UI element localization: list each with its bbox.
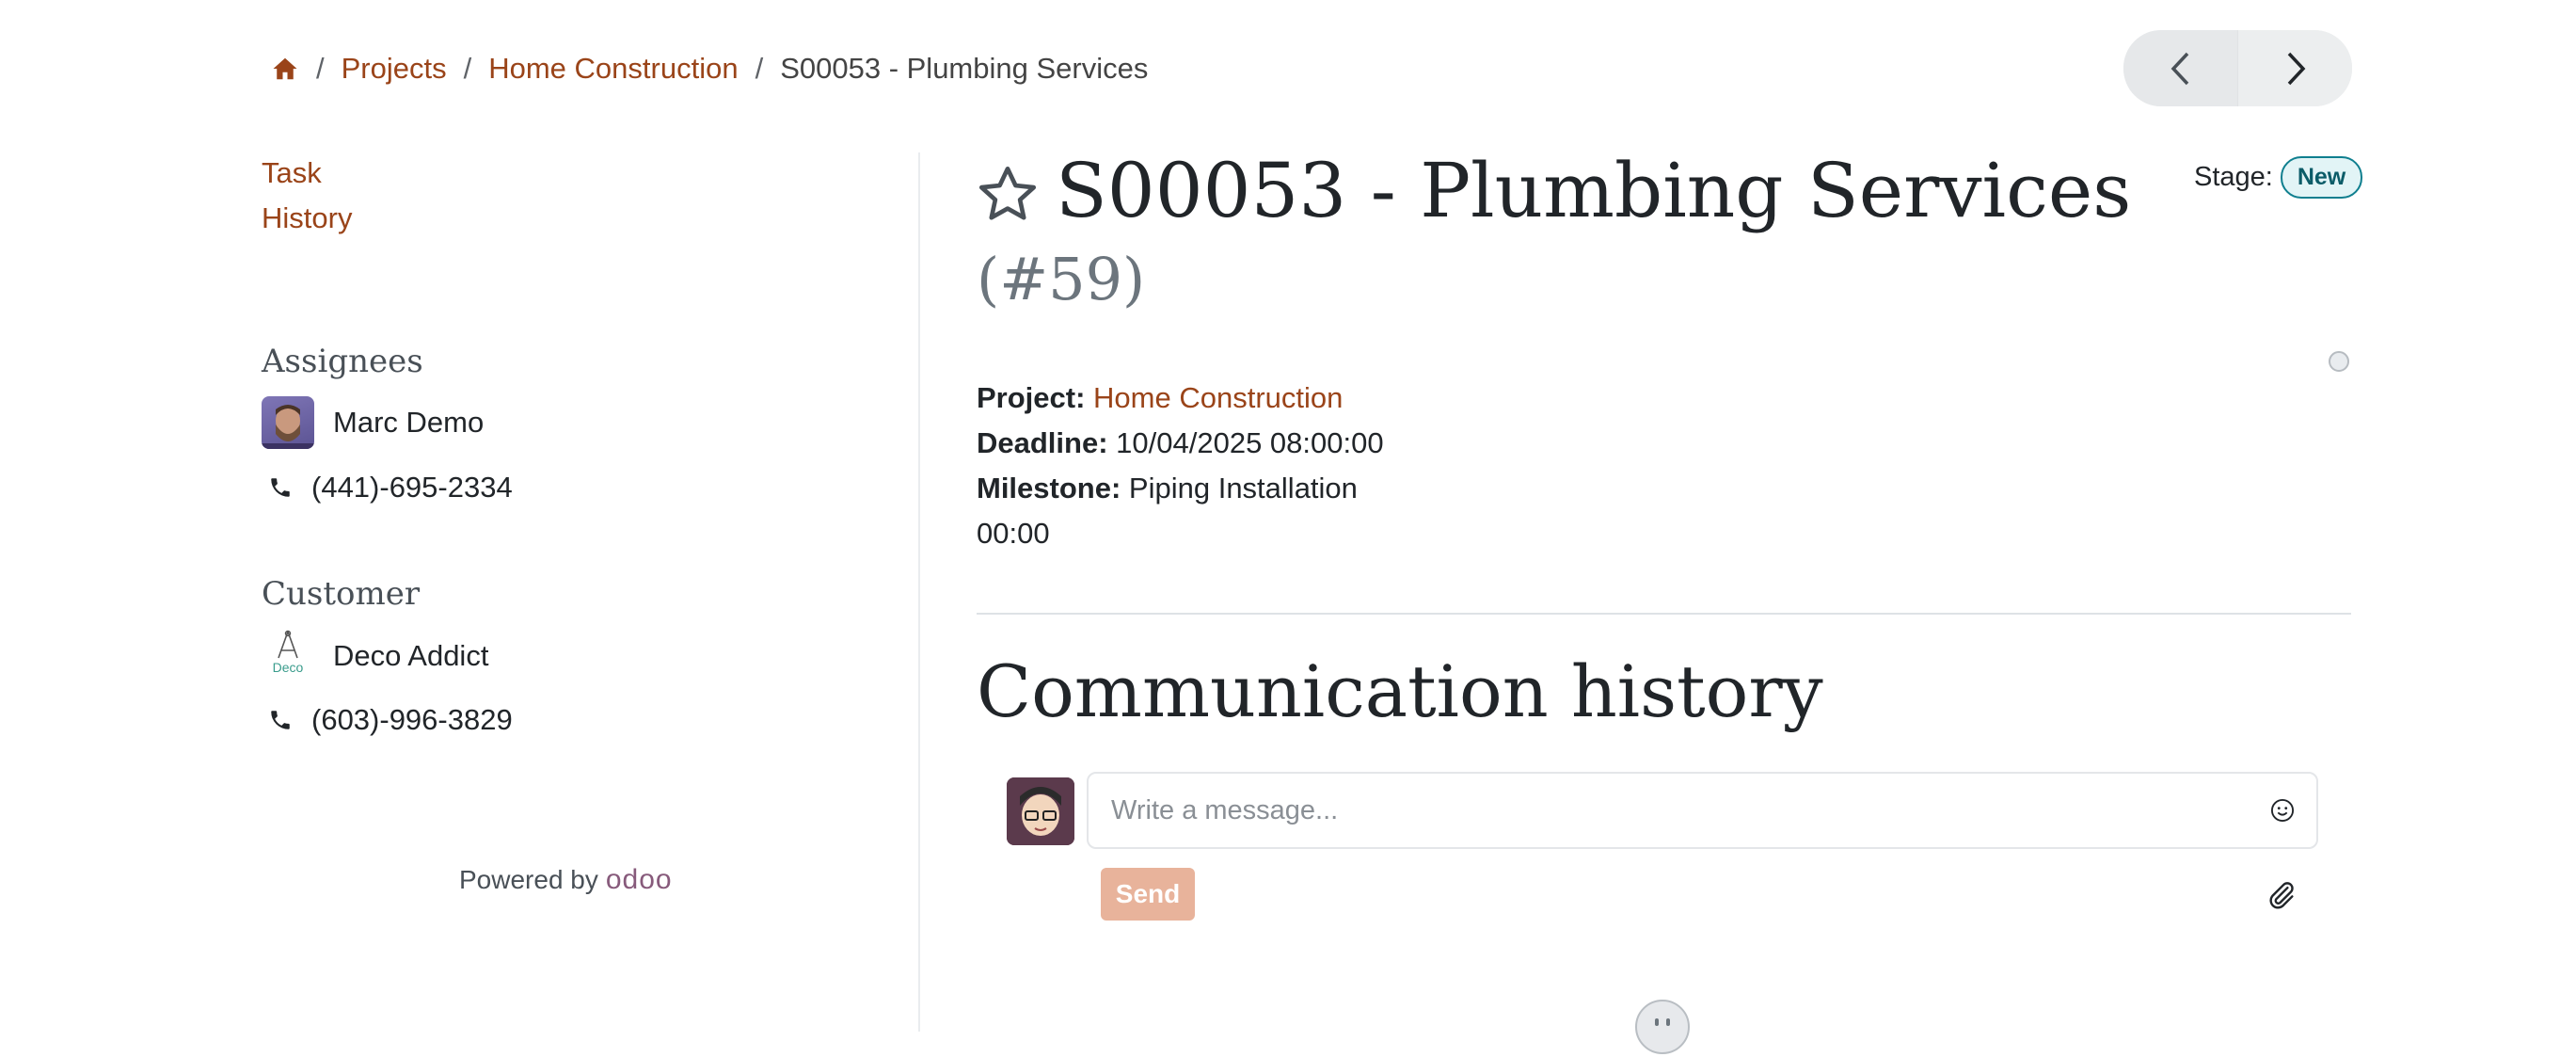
breadcrumb-projects-link[interactable]: Projects bbox=[342, 52, 447, 86]
customer-logo: Deco bbox=[262, 630, 314, 682]
home-icon[interactable] bbox=[271, 55, 299, 83]
milestone-value: Piping Installation bbox=[1128, 472, 1358, 504]
assignee-phone[interactable]: (441)-695-2334 bbox=[311, 471, 513, 504]
stage: Stage: New bbox=[2194, 156, 2363, 199]
record-pager bbox=[2123, 30, 2352, 106]
stage-label: Stage: bbox=[2194, 162, 2273, 192]
breadcrumb: / Projects / Home Construction / S00053 … bbox=[271, 47, 1148, 90]
customer-row: Deco Deco Addict bbox=[262, 630, 488, 682]
milestone-field: Milestone: Piping Installation bbox=[977, 472, 1358, 505]
project-label: Project: bbox=[977, 381, 1086, 414]
next-record-button[interactable] bbox=[2237, 30, 2352, 106]
avatar bbox=[1007, 777, 1074, 845]
customer-phone[interactable]: (603)-996-3829 bbox=[311, 703, 513, 737]
powered-by: Powered by odoo bbox=[459, 864, 673, 896]
project-link[interactable]: Home Construction bbox=[1093, 381, 1343, 414]
deadline-label: Deadline: bbox=[977, 426, 1108, 459]
status-indicator[interactable] bbox=[2329, 351, 2349, 372]
communication-title: Communication history bbox=[977, 649, 1823, 733]
breadcrumb-separator: / bbox=[316, 52, 325, 85]
breadcrumb-separator: / bbox=[755, 52, 764, 85]
sidebar-link-task[interactable]: Task bbox=[262, 156, 322, 190]
assignee-name: Marc Demo bbox=[333, 406, 485, 439]
star-icon[interactable] bbox=[975, 162, 1041, 228]
phone-icon bbox=[271, 711, 290, 729]
customer-title: Customer bbox=[262, 575, 421, 613]
deadline-value: 10/04/2025 08:00:00 bbox=[1116, 426, 1384, 459]
task-id: (#59) bbox=[977, 245, 1146, 313]
milestone-label: Milestone: bbox=[977, 472, 1121, 504]
assignees-title: Assignees bbox=[262, 343, 423, 380]
customer-logo-text: Deco bbox=[272, 660, 304, 675]
breadcrumb-project-link[interactable]: Home Construction bbox=[488, 52, 738, 86]
emoji-icon[interactable] bbox=[2269, 797, 2296, 824]
assignee-phone-row: (441)-695-2334 bbox=[268, 471, 513, 504]
avatar bbox=[262, 396, 314, 449]
customer-name: Deco Addict bbox=[333, 639, 489, 672]
milestone-extra: 00:00 bbox=[977, 517, 1050, 550]
previous-record-button[interactable] bbox=[2123, 30, 2237, 106]
project-field: Project: Home Construction bbox=[977, 381, 1343, 415]
deadline-field: Deadline: 10/04/2025 08:00:00 bbox=[977, 426, 1384, 460]
powered-by-text: Powered by bbox=[459, 865, 598, 894]
phone-icon bbox=[271, 478, 290, 497]
chevron-left-icon bbox=[2171, 52, 2188, 85]
send-button[interactable]: Send bbox=[1101, 868, 1195, 921]
sidebar-link-history[interactable]: History bbox=[262, 201, 352, 235]
column-divider bbox=[918, 152, 920, 1032]
chatter-empty-icon bbox=[1635, 1000, 1690, 1054]
breadcrumb-separator: / bbox=[463, 52, 472, 85]
stage-badge: New bbox=[2280, 156, 2363, 199]
odoo-logo[interactable]: odoo bbox=[606, 864, 673, 896]
customer-phone-row: (603)-996-3829 bbox=[268, 703, 513, 737]
assignee-row: Marc Demo bbox=[262, 396, 484, 449]
task-title: S00053 - Plumbing Services bbox=[1056, 147, 2132, 234]
message-composer bbox=[1087, 772, 2318, 849]
breadcrumb-current: S00053 - Plumbing Services bbox=[780, 52, 1149, 85]
message-input[interactable] bbox=[1109, 793, 2269, 827]
section-divider bbox=[977, 613, 2351, 615]
chevron-right-icon bbox=[2287, 52, 2305, 85]
paperclip-icon[interactable] bbox=[2266, 879, 2298, 911]
